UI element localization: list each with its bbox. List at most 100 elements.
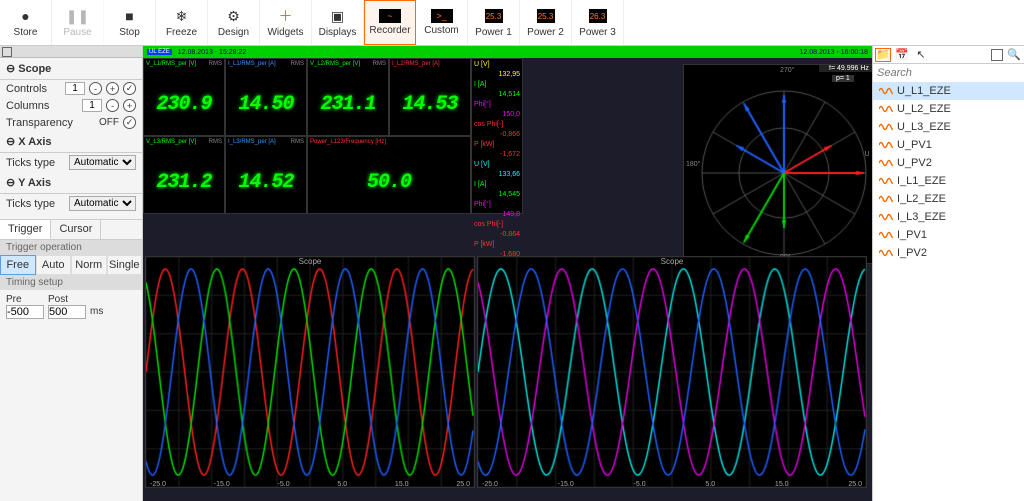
- channel-I_L1_EZE[interactable]: I_L1_EZE: [873, 172, 1024, 190]
- display-3[interactable]: I_L2/RMS_per [A]14.53: [389, 58, 471, 136]
- design-icon: ⚙: [225, 7, 243, 25]
- columns-value[interactable]: [82, 99, 102, 112]
- folder-icon[interactable]: 📁: [875, 48, 891, 62]
- stop-icon: ■: [121, 7, 139, 25]
- status-bar: UL EZE 12.08.2013 - 15:28:22 12.08.2013 …: [143, 46, 872, 58]
- scope-right-xticks: -25.0-15.0-5.05.015.025.0: [478, 481, 866, 488]
- channel-U_L3_EZE[interactable]: U_L3_EZE: [873, 118, 1024, 136]
- toolbar-displays[interactable]: ▣Displays: [312, 0, 364, 45]
- channel-U_L1_EZE[interactable]: U_L1_EZE: [873, 82, 1024, 100]
- channel-label: I_L2_EZE: [897, 193, 946, 205]
- scope-left[interactable]: Scope -25.0-15.0-5.05.015.025.0: [145, 256, 475, 488]
- transparency-check[interactable]: ✓: [123, 116, 136, 129]
- yaxis-ticks-select[interactable]: Automatic: [69, 196, 136, 211]
- toolbar-pause[interactable]: ❚❚ Pause: [52, 0, 104, 45]
- toolbar-stop[interactable]: ■Stop: [104, 0, 156, 45]
- trigger-op-free[interactable]: Free: [0, 255, 36, 275]
- transparency-value[interactable]: OFF: [99, 117, 119, 128]
- right-panel: 📁 📅 ↖ 🔍 🔍 U_L1_EZEU_L2_EZEU_L3_EZEU_PV1U…: [872, 46, 1024, 501]
- toolbar-power2[interactable]: 25.3Power 2: [520, 0, 572, 45]
- left-panel: Scope Controls - + ✓ Columns - + Transpa…: [0, 46, 143, 501]
- meas-row: 149,8: [474, 210, 520, 220]
- wave-icon: [879, 230, 893, 240]
- scope-left-title: Scope: [146, 257, 474, 266]
- controls-check[interactable]: ✓: [123, 82, 136, 95]
- power2-icon: 25.3: [537, 7, 555, 25]
- meas-row: -0,866: [474, 130, 520, 140]
- tab-cursor[interactable]: Cursor: [51, 220, 101, 239]
- meas-row: cos Phi[-]: [474, 120, 520, 130]
- toolbar-custom[interactable]: >_Custom: [416, 0, 468, 45]
- workspace: Scope Controls - + ✓ Columns - + Transpa…: [0, 46, 1024, 501]
- scope-right-title: Scope: [478, 257, 866, 266]
- columns-minus[interactable]: -: [106, 99, 119, 112]
- meas-row: 14,545: [474, 190, 520, 200]
- toolbar-label: Power 3: [579, 27, 616, 38]
- pause-icon: ❚❚: [69, 7, 87, 25]
- channel-label: I_PV1: [897, 229, 927, 241]
- channel-U_PV2[interactable]: U_PV2: [873, 154, 1024, 172]
- display-0[interactable]: V_L1/RMS_per [V]RMS230.9: [143, 58, 225, 136]
- meas-row: 14,514: [474, 90, 520, 100]
- post-label: Post: [48, 294, 86, 305]
- display-1[interactable]: I_L1/RMS_per [A]RMS14.50: [225, 58, 307, 136]
- toolbar-power1[interactable]: 25.3Power 1: [468, 0, 520, 45]
- toolbar-label: Pause: [63, 27, 91, 38]
- display-5[interactable]: I_L3/RMS_per [A]RMS14.52: [225, 136, 307, 214]
- xaxis-ticks-label: Ticks type: [6, 157, 65, 169]
- controls-label: Controls: [6, 83, 61, 95]
- tab-trigger[interactable]: Trigger: [0, 220, 51, 239]
- pre-label: Pre: [6, 294, 44, 305]
- main-toolbar: ●Store ❚❚ Pause ■Stop❄Freeze ⚙ Design ＋Widgets…: [0, 0, 1024, 46]
- toolbar-store[interactable]: ●Store: [0, 0, 52, 45]
- cursor-icon[interactable]: ↖: [913, 48, 929, 62]
- meas-row: -1,672: [474, 150, 520, 160]
- section-yaxis[interactable]: Y Axis: [0, 172, 142, 194]
- polar-chart[interactable]: f= 49.996 Hz p= 1 270° 180° 90° U [V]: [683, 64, 872, 264]
- meas-row: Phi[°]: [474, 100, 520, 110]
- section-scope[interactable]: Scope: [0, 58, 142, 80]
- display-4[interactable]: V_L3/RMS_per [V]RMS231.2: [143, 136, 225, 214]
- display-6[interactable]: Power_L123/Frequency [Hz]50.0: [307, 136, 471, 214]
- search-input[interactable]: [877, 67, 1020, 79]
- toolbar-recorder[interactable]: ~Recorder: [364, 0, 416, 45]
- toolbar-power3[interactable]: 26.3Power 3: [572, 0, 624, 45]
- channel-I_L3_EZE[interactable]: I_L3_EZE: [873, 208, 1024, 226]
- seven-seg-displays: V_L1/RMS_per [V]RMS230.9I_L1/RMS_per [A]…: [143, 58, 471, 214]
- meas-row: 150,0: [474, 110, 520, 120]
- search-icon[interactable]: 🔍: [1006, 48, 1022, 62]
- post-input[interactable]: [48, 305, 86, 319]
- trigger-op-auto[interactable]: Auto: [36, 255, 72, 275]
- channel-label: U_L1_EZE: [897, 85, 951, 97]
- toolbar-label: Freeze: [166, 27, 197, 38]
- display-2[interactable]: V_L2/RMS_per [V]RMS231.1: [307, 58, 389, 136]
- power1-icon: 25.3: [485, 7, 503, 25]
- controls-minus[interactable]: -: [89, 82, 102, 95]
- scope-right[interactable]: Scope -25.0-15.0-5.05.015.025.0: [477, 256, 867, 488]
- meas-row: P [kW]: [474, 140, 520, 150]
- toolbar-design[interactable]: ⚙ Design: [208, 0, 260, 45]
- calendar-icon[interactable]: 📅: [894, 48, 910, 62]
- wave-icon: [879, 248, 893, 258]
- toolbar-freeze[interactable]: ❄Freeze: [156, 0, 208, 45]
- trigger-op-norm[interactable]: Norm: [71, 255, 107, 275]
- section-xaxis[interactable]: X Axis: [0, 131, 142, 153]
- meas-row: Phi[°]: [474, 200, 520, 210]
- channel-I_PV2[interactable]: I_PV2: [873, 244, 1024, 262]
- controls-plus[interactable]: +: [106, 82, 119, 95]
- trigger-op-single[interactable]: Single: [107, 255, 143, 275]
- channel-U_L2_EZE[interactable]: U_L2_EZE: [873, 100, 1024, 118]
- channel-U_PV1[interactable]: U_PV1: [873, 136, 1024, 154]
- toolbar-label: Design: [218, 27, 249, 38]
- panel-square-icon[interactable]: [2, 47, 12, 57]
- pre-input[interactable]: [6, 305, 44, 319]
- panel-sq-icon[interactable]: [991, 49, 1003, 61]
- channel-I_L2_EZE[interactable]: I_L2_EZE: [873, 190, 1024, 208]
- xaxis-ticks-select[interactable]: Automatic: [69, 155, 136, 170]
- channel-I_PV1[interactable]: I_PV1: [873, 226, 1024, 244]
- toolbar-widgets[interactable]: ＋Widgets: [260, 0, 312, 45]
- status-mark: UL EZE: [147, 49, 172, 55]
- polar-label-180: 180°: [686, 161, 700, 168]
- columns-plus[interactable]: +: [123, 99, 136, 112]
- controls-value[interactable]: [65, 82, 85, 95]
